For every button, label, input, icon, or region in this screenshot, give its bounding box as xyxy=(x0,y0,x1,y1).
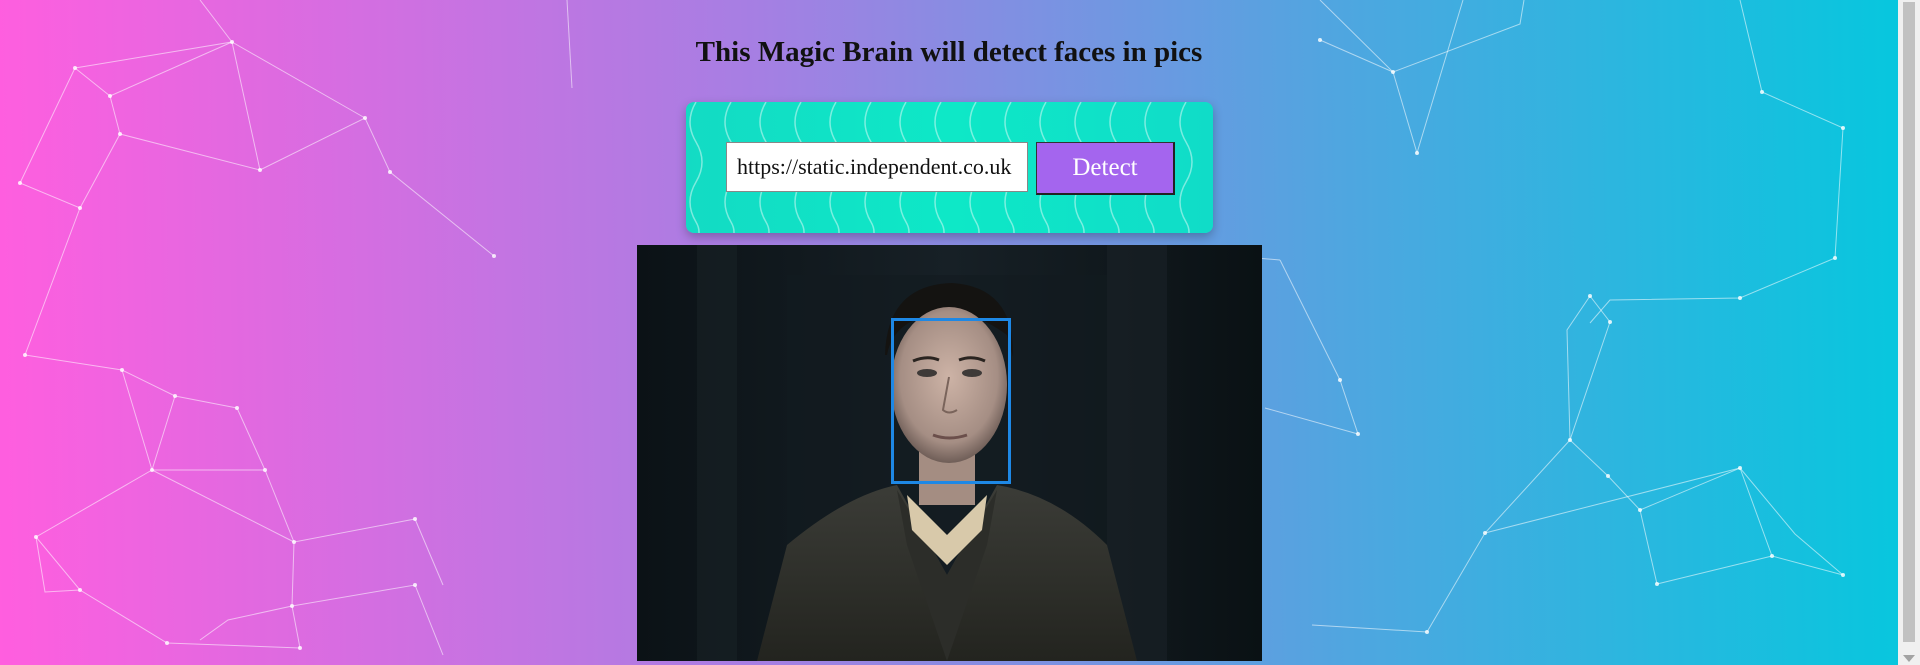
vertical-scrollbar[interactable] xyxy=(1898,0,1920,665)
chevron-down-icon[interactable] xyxy=(1903,655,1915,662)
detected-photo xyxy=(637,245,1262,661)
page-title: This Magic Brain will detect faces in pi… xyxy=(695,36,1203,68)
detect-button[interactable]: Detect xyxy=(1036,142,1175,195)
image-url-input[interactable] xyxy=(726,142,1028,192)
face-bounding-box xyxy=(891,318,1011,484)
scrollbar-thumb[interactable] xyxy=(1903,2,1915,642)
url-form-card: Detect xyxy=(686,102,1213,233)
